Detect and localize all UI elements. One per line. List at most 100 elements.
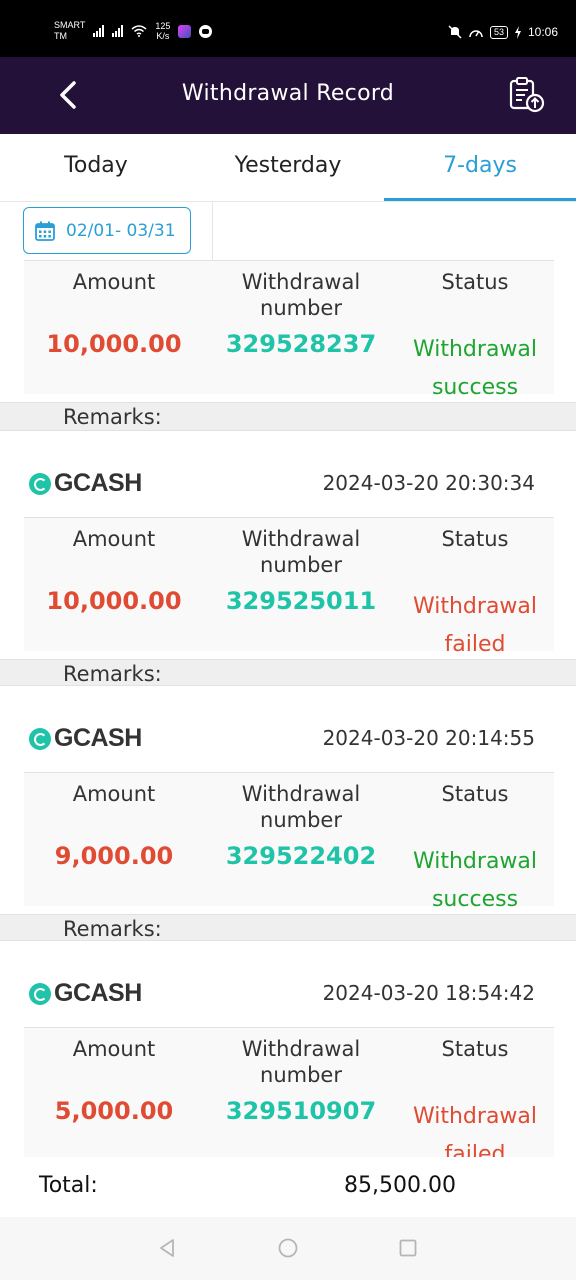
number-label: Withdrawal number: [211, 781, 391, 833]
number-label-line2: number: [260, 553, 342, 577]
date-range-label: 02/01- 03/31: [66, 220, 176, 241]
carrier-label: SMART TM: [54, 20, 85, 42]
app-header: Withdrawal Record: [0, 57, 576, 134]
battery-icon: 53: [489, 25, 508, 39]
record-details: Amount 10,000.00 Withdrawal number 329525…: [24, 517, 554, 686]
calendar-icon: [35, 221, 55, 241]
status-label: Status: [441, 1037, 509, 1061]
clock: 10:06: [527, 25, 558, 39]
gcash-logo-icon: [29, 982, 51, 1005]
record-details: Amount 9,000.00 Withdrawal number 3295224…: [24, 772, 554, 941]
date-range-button[interactable]: 02/01- 03/31: [23, 207, 191, 254]
gcash-logo-icon: [29, 727, 51, 750]
system-nav-bar: [0, 1217, 576, 1280]
number-label-line1: Withdrawal: [241, 782, 361, 806]
wifi-icon: [131, 25, 147, 37]
speed-value: 125: [155, 21, 171, 31]
record-header: GCASH 2024-03-20 18:54:42: [0, 941, 576, 1028]
record-card[interactable]: Amount 10,000.00 Withdrawal number 329528…: [0, 260, 576, 429]
number-label-line1: Withdrawal: [241, 527, 361, 551]
number-label-line2: number: [260, 808, 342, 832]
status-value: Withdrawal failed: [391, 588, 559, 664]
page-title: Withdrawal Record: [181, 81, 395, 106]
withdrawal-number: 329510907: [225, 1097, 377, 1125]
total-bar: Total: 85,500.00: [0, 1157, 576, 1217]
chat-notification-icon: [199, 24, 213, 38]
withdrawal-number: 329522402: [225, 842, 377, 870]
status-value: Withdrawal success: [391, 843, 559, 919]
amount-label: Amount: [72, 1037, 156, 1061]
number-label-line1: Withdrawal: [241, 1037, 361, 1061]
number-label: Withdrawal number: [211, 526, 391, 578]
signal-icon: [93, 25, 105, 37]
amount-label: Amount: [72, 782, 156, 806]
gcash-logo-icon: [29, 472, 51, 495]
record-datetime: 2024-03-20 18:54:42: [322, 981, 535, 1005]
status-line2: success: [431, 375, 519, 400]
record-datetime: 2024-03-20 20:14:55: [322, 726, 535, 750]
payment-method-label: GCASH: [54, 724, 142, 752]
record-datetime: 2024-03-20 20:30:34: [322, 471, 535, 495]
remarks-label: Remarks:: [63, 662, 162, 686]
record-card[interactable]: GCASH 2024-03-20 18:54:42 Amount 5,000.0…: [0, 940, 576, 1157]
status-label: Status: [441, 527, 509, 551]
payment-method: GCASH: [29, 469, 142, 498]
clipboard-export-icon[interactable]: [506, 75, 546, 115]
filter-divider: [212, 202, 213, 260]
status-line2: success: [431, 887, 519, 912]
app-screen: SMART TM 125 K/s 53 10:06 Withdrawal Rec…: [0, 0, 576, 1280]
number-label: Withdrawal number: [211, 269, 391, 321]
record-header: GCASH 2024-03-20 20:14:55: [0, 686, 576, 773]
record-card[interactable]: GCASH 2024-03-20 20:14:55 Amount 9,000.0…: [0, 685, 576, 941]
carrier-sub: TM: [54, 31, 67, 41]
record-list[interactable]: Amount 10,000.00 Withdrawal number 329528…: [0, 260, 576, 1157]
amount-value: 10,000.00: [46, 330, 182, 358]
mute-bell-icon: [448, 25, 462, 39]
amount-label: Amount: [72, 527, 156, 551]
nav-home-icon[interactable]: [277, 1237, 299, 1259]
amount-label: Amount: [72, 270, 156, 294]
status-bar: SMART TM 125 K/s 53 10:06: [0, 0, 576, 57]
nav-back-icon[interactable]: [156, 1237, 178, 1259]
charging-icon: [514, 25, 521, 39]
status-value: Withdrawal success: [391, 331, 559, 407]
total-value: 85,500.00: [344, 1173, 456, 1198]
payment-method-label: GCASH: [54, 979, 142, 1007]
tab-yesterday[interactable]: Yesterday: [192, 134, 384, 201]
status-line2: failed: [444, 632, 506, 657]
number-label-line2: number: [260, 296, 342, 320]
status-label: Status: [441, 782, 509, 806]
number-label: Withdrawal number: [211, 1036, 391, 1088]
withdrawal-number: 329525011: [225, 587, 377, 615]
app-notification-icon: [178, 24, 192, 38]
signal-2-icon: [112, 25, 124, 37]
amount-value: 9,000.00: [54, 842, 174, 870]
withdrawal-number: 329528237: [225, 330, 377, 358]
speedometer-icon: [469, 30, 483, 38]
record-details: Amount 5,000.00 Withdrawal number 3295109…: [24, 1027, 554, 1157]
status-line1: Withdrawal: [412, 1104, 538, 1129]
record-details: Amount 10,000.00 Withdrawal number 329528…: [24, 260, 554, 429]
amount-value: 10,000.00: [46, 587, 182, 615]
status-line1: Withdrawal: [412, 594, 538, 619]
payment-method-label: GCASH: [54, 469, 142, 497]
tab-7-days[interactable]: 7-days: [384, 134, 576, 201]
record-card[interactable]: GCASH 2024-03-20 20:30:34 Amount 10,000.…: [0, 430, 576, 686]
number-label-line2: number: [260, 1063, 342, 1087]
remarks-label: Remarks:: [63, 405, 162, 429]
status-label: Status: [441, 270, 509, 294]
record-header: GCASH 2024-03-20 20:30:34: [0, 431, 576, 518]
payment-method: GCASH: [29, 724, 142, 753]
status-line2: failed: [444, 1142, 506, 1157]
status-value: Withdrawal failed: [391, 1098, 559, 1157]
remarks-label: Remarks:: [63, 917, 162, 941]
nav-recents-icon[interactable]: [397, 1237, 419, 1259]
status-line1: Withdrawal: [412, 337, 538, 362]
date-tabs: Today Yesterday 7-days: [0, 134, 576, 202]
network-speed: 125 K/s: [155, 21, 170, 41]
status-line1: Withdrawal: [412, 849, 538, 874]
number-label-line1: Withdrawal: [241, 270, 361, 294]
tab-today[interactable]: Today: [0, 134, 192, 201]
speed-unit: K/s: [156, 31, 170, 41]
carrier-name: SMART: [54, 20, 86, 30]
